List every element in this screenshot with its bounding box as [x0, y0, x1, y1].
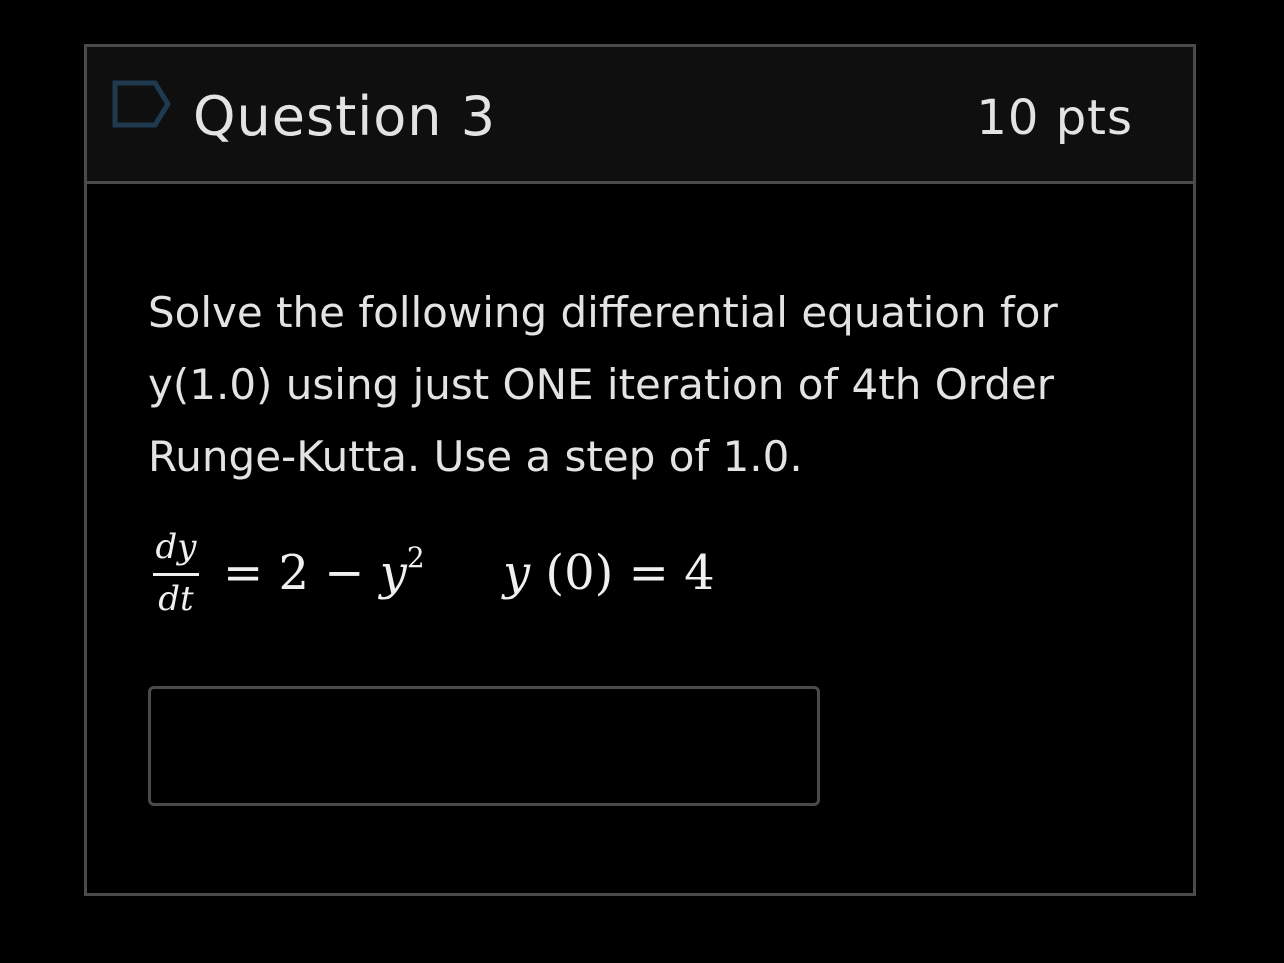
- answer-input[interactable]: [148, 686, 820, 806]
- initial-argument: (0) = 4: [530, 545, 715, 601]
- initial-condition: y (0) = 4: [503, 545, 715, 601]
- flag-outline-icon[interactable]: [111, 79, 173, 129]
- equation-rhs: = 2 − y2: [223, 544, 425, 602]
- rhs-exponent: 2: [406, 541, 425, 574]
- question-prompt: Solve the following differential equatio…: [148, 288, 1058, 481]
- derivative-denominator: dt: [158, 579, 194, 619]
- initial-variable: y: [503, 545, 531, 601]
- fraction-bar: [153, 573, 199, 576]
- rhs-prefix: = 2 −: [223, 545, 380, 601]
- question-title: Question 3: [193, 85, 497, 148]
- question-header: Question 3 10 pts: [87, 47, 1193, 184]
- question-card: Question 3 10 pts Solve the following di…: [84, 44, 1196, 896]
- derivative-numerator: dy: [155, 527, 197, 567]
- question-points: 10 pts: [976, 90, 1133, 146]
- rhs-variable: y: [379, 545, 407, 601]
